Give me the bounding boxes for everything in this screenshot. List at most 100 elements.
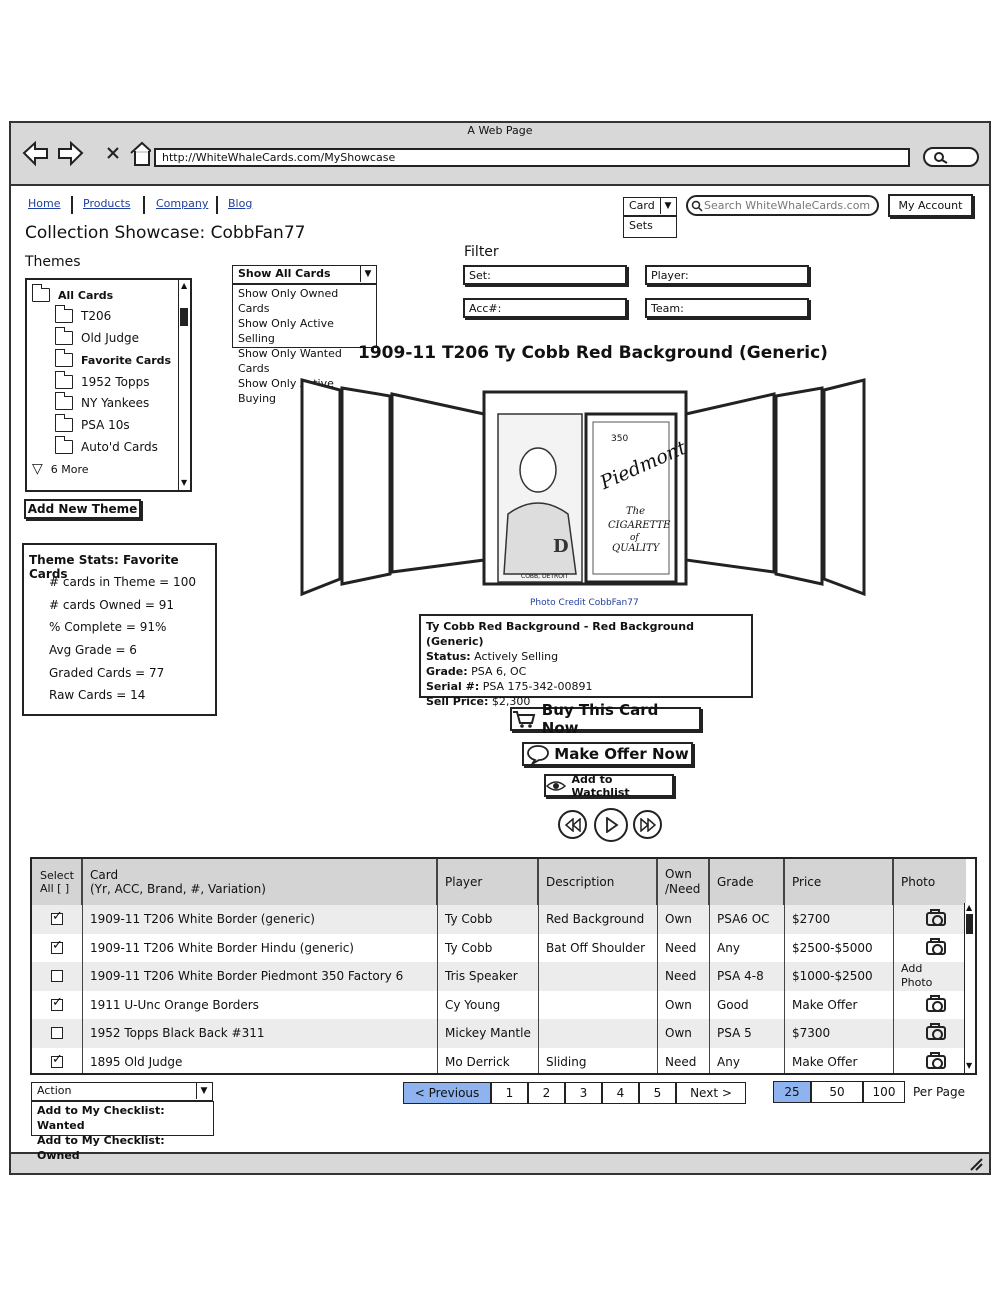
camera-icon[interactable] [926,1051,946,1069]
scroll-thumb[interactable] [966,914,973,934]
buy-now-button[interactable]: Buy This Card Now [510,701,701,737]
show-filter-option[interactable]: Show Only Active Selling [238,316,371,346]
scroll-thumb[interactable] [180,308,188,326]
next-page-button[interactable]: Next > [676,1082,746,1104]
player-field[interactable]: Player: [645,265,809,285]
page-button[interactable]: 1 [491,1082,528,1104]
action-option[interactable]: Add to My Checklist: Wanted [37,1103,208,1133]
price-header[interactable]: Price [784,859,893,905]
page-button[interactable]: 4 [602,1082,639,1104]
theme-item[interactable]: Auto'd Cards [54,436,158,457]
my-account-button[interactable]: My Account [888,194,973,217]
cards-table: Select All [ ] Card (Yr, ACC, Brand, #, … [30,857,977,1075]
card-cell: 1895 Old Judge [90,1054,183,1069]
add-photo-link[interactable]: Add Photo [893,962,943,991]
themes-scrollbar[interactable]: ▲ ▼ [178,280,190,490]
action-option[interactable]: Add to My Checklist: Owned [37,1133,208,1163]
nav-home-link[interactable]: Home [28,197,60,210]
theme-item[interactable]: Old Judge [54,327,139,348]
theme-item[interactable]: PSA 10s [54,414,130,435]
search-type-option[interactable]: Sets [623,216,677,238]
page-button[interactable]: 2 [528,1082,565,1104]
back-icon[interactable] [22,140,48,167]
forward-icon[interactable] [58,140,84,167]
camera-icon[interactable] [926,937,946,955]
folder-open-icon [54,349,73,367]
card-carousel[interactable]: D [296,374,876,614]
nav-products-link[interactable]: Products [83,197,131,210]
row-checkbox[interactable] [51,909,63,926]
page-title: Collection Showcase: CobbFan77 [25,223,306,243]
url-bar[interactable]: http://WhiteWhaleCards.com/MyShowcase [154,148,910,167]
table-row[interactable]: 1895 Old Judge Mo Derrick Sliding Need Any Ma… [32,1048,965,1077]
page-button[interactable]: 3 [565,1082,602,1104]
show-filter-option[interactable]: Show Only Owned Cards [238,286,371,316]
scroll-up-icon[interactable]: ▲ [966,903,972,912]
player-header[interactable]: Player [437,859,538,905]
card-back-number: 350 [611,434,629,444]
scroll-up-icon[interactable]: ▲ [181,281,187,290]
theme-item[interactable]: All Cards [31,284,113,305]
fast-forward-icon[interactable] [633,810,662,839]
per-page-25[interactable]: 25 [773,1081,811,1103]
nav-company-link[interactable]: Company [156,197,208,210]
table-row[interactable]: 1909-11 T206 White Border Piedmont 350 F… [32,962,965,991]
team-field[interactable]: Team: [645,298,809,318]
camera-icon[interactable] [926,909,946,927]
make-offer-button[interactable]: Make Offer Now [522,742,693,766]
acc-field[interactable]: Acc#: [463,298,627,318]
filter-heading: Filter [464,244,499,260]
per-page-50[interactable]: 50 [811,1081,863,1103]
per-page-100[interactable]: 100 [863,1081,905,1103]
scroll-down-icon[interactable]: ▼ [181,478,187,487]
description-cell: Red Background [546,912,645,927]
row-checkbox[interactable] [51,995,63,1011]
resize-grip-icon[interactable] [969,1157,983,1171]
home-icon[interactable] [130,141,151,166]
more-themes-item[interactable]: ▽ 6 More [32,459,89,479]
table-row[interactable]: 1909-11 T206 White Border (generic) Ty Co… [32,905,965,934]
folder-icon [54,371,73,389]
theme-item[interactable]: 1952 Topps [54,371,149,392]
description-header[interactable]: Description [538,859,657,905]
photo-cell [893,1048,965,1077]
description-cell [538,962,546,991]
page-button[interactable]: 5 [639,1082,676,1104]
photo-header[interactable]: Photo [893,859,966,905]
previous-page-button[interactable]: < Previous [403,1082,491,1104]
table-row[interactable]: 1952 Topps Black Back #311 Mickey Mantle O… [32,1019,965,1048]
browser-search[interactable] [923,147,979,167]
folder-open-icon [31,284,50,302]
rewind-icon[interactable] [558,810,587,839]
table-scrollbar[interactable]: ▲ ▼ [964,903,975,1073]
select-cell [32,934,82,963]
action-select[interactable]: Action ▼ [31,1082,213,1101]
show-filter-select[interactable]: Show All Cards ▼ [232,265,377,284]
add-watchlist-button[interactable]: Add to Watchlist [544,773,674,799]
nav-blog-link[interactable]: Blog [228,197,252,210]
scroll-down-icon[interactable]: ▼ [966,1061,972,1070]
card-header-sub: (Yr, ACC, Brand, #, Variation) [90,882,266,896]
row-checkbox[interactable] [51,1027,63,1040]
camera-icon[interactable] [926,1023,946,1041]
set-field[interactable]: Set: [463,265,627,285]
theme-item[interactable]: Favorite Cards [54,349,171,370]
stop-icon[interactable] [107,147,119,159]
add-theme-button[interactable]: Add New Theme [24,499,141,519]
own-need-header[interactable]: Own /Need [657,859,709,905]
theme-item[interactable]: NY Yankees [54,392,149,413]
row-checkbox[interactable] [51,1052,63,1068]
grade-header[interactable]: Grade [709,859,784,905]
play-icon[interactable] [594,808,628,842]
description-cell: Bat Off Shoulder [546,940,646,955]
table-row[interactable]: 1911 U-Unc Orange Borders Cy Young Own Good… [32,991,965,1020]
row-checkbox[interactable] [51,970,63,983]
search-type-select[interactable]: Card ▼ [623,197,677,216]
show-filter-option[interactable]: Show Only Wanted Cards [238,346,371,376]
select-all-header[interactable]: Select All [ ] [32,859,82,905]
camera-icon[interactable] [926,994,946,1012]
site-search-input[interactable]: Search WhiteWhaleCards.com [686,195,879,216]
table-row[interactable]: 1909-11 T206 White Border Hindu (generic… [32,934,965,963]
row-checkbox[interactable] [51,938,63,954]
theme-item[interactable]: T206 [54,305,111,326]
